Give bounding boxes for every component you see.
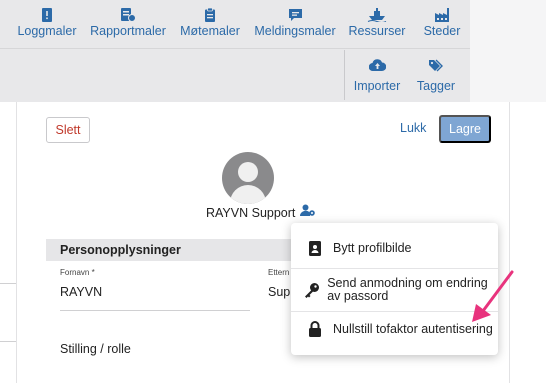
toolbar-divider (344, 50, 345, 100)
delete-button[interactable]: Slett (46, 117, 90, 143)
menu-item-label: Nullstill tofaktor autentisering (333, 321, 493, 336)
menu-divider (291, 311, 498, 312)
ship-icon (348, 0, 406, 23)
menu-divider (291, 268, 498, 269)
profile-actions-menu: Bytt profilbilde Send anmodning om endri… (291, 223, 498, 355)
nav-label: Ressurser (348, 24, 406, 38)
message-icon (254, 0, 336, 22)
firstname-underline (60, 310, 250, 311)
lastname-label: Ettern (268, 268, 290, 277)
nav-label: Meldingsmaler (254, 24, 336, 38)
section-header: Personopplysninger (46, 239, 296, 261)
avatar-body (230, 185, 266, 204)
avatar-head (238, 162, 258, 182)
menu-item-password-request[interactable]: Send anmodning om endring av passord (291, 273, 498, 307)
id-card-icon (303, 240, 327, 256)
nav-label: Steder (423, 24, 461, 38)
nav-label: Rapportmaler (90, 24, 166, 38)
nav-item-meldingsmaler[interactable]: Meldingsmaler (254, 0, 336, 48)
tags-icon (414, 49, 458, 72)
firstname-field[interactable]: RAYVN (60, 285, 102, 299)
menu-item-change-picture[interactable]: Bytt profilbilde (291, 237, 498, 259)
divider (0, 341, 16, 342)
factory-icon (420, 0, 464, 22)
menu-item-reset-2fa[interactable]: Nullstill tofaktor autentisering (291, 317, 498, 341)
right-panel-border (509, 102, 510, 383)
secondary-toolbar: Importer Tagger (0, 48, 470, 102)
profile-name: RAYVN Support (206, 206, 296, 220)
nav-item-ressurser[interactable]: Ressurser (348, 0, 406, 48)
firstname-label: Fornavn * (60, 268, 95, 277)
save-button[interactable]: Lagre (439, 115, 491, 143)
nav-item-motemaler[interactable]: Møtemaler (178, 0, 242, 48)
right-background (470, 0, 546, 102)
top-navigation: Loggmaler Rapportmaler Møtemaler Melding… (0, 0, 470, 48)
close-button[interactable]: Lukk (400, 121, 426, 135)
lock-icon (303, 321, 327, 337)
nav-item-loggmaler[interactable]: Loggmaler (14, 0, 80, 48)
left-panel-border (16, 102, 17, 383)
avatar[interactable] (222, 152, 274, 204)
nav-item-steder[interactable]: Steder (420, 0, 464, 48)
cloud-upload-icon (352, 49, 402, 72)
annotation-arrow (472, 270, 514, 322)
import-button[interactable]: Importer (352, 49, 402, 101)
nav-item-rapportmaler[interactable]: Rapportmaler (90, 0, 166, 48)
key-icon (303, 282, 321, 298)
tags-label: Tagger (416, 79, 456, 93)
nav-label: Loggmaler (17, 24, 77, 38)
log-icon (14, 0, 80, 22)
role-field[interactable]: Stilling / rolle (60, 342, 131, 356)
divider (0, 283, 16, 284)
import-label: Importer (353, 79, 401, 93)
nav-label: Møtemaler (180, 24, 240, 38)
clipboard-icon (178, 0, 242, 22)
menu-item-label: Bytt profilbilde (333, 240, 412, 255)
user-settings-icon[interactable] (299, 204, 316, 222)
tags-button[interactable]: Tagger (414, 49, 458, 101)
report-icon (90, 0, 166, 22)
